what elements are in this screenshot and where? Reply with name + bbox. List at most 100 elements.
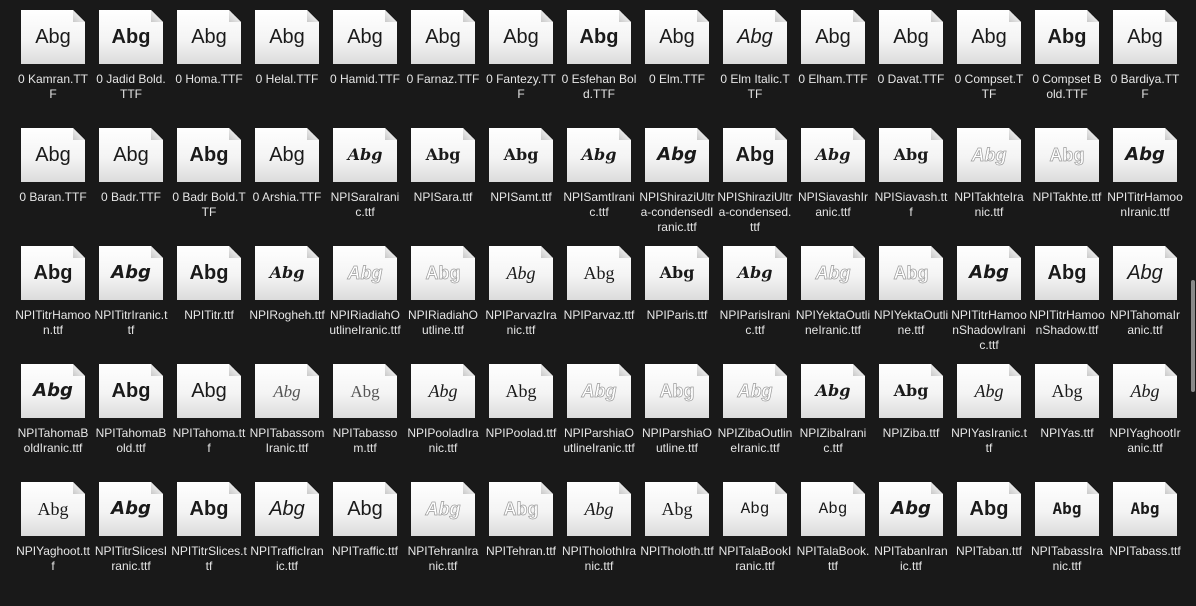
page-fold-icon [1165,364,1177,376]
font-file-item[interactable]: Abg 0 Arshia.TTF [248,126,326,244]
font-file-item[interactable]: Abg NPIYasIranic.ttf [950,362,1028,480]
font-file-item[interactable]: Abg 0 Homa.TTF [170,8,248,126]
font-file-item[interactable]: Abg 0 Elm Italic.TTF [716,8,794,126]
font-file-item[interactable]: Abg NPIParshiaOutline.ttf [638,362,716,480]
font-file-item[interactable]: Abg NPIRiadiahOutlineIranic.ttf [326,244,404,362]
font-file-item[interactable]: Abg NPIParis.ttf [638,244,716,362]
font-file-item[interactable]: Abg 0 Helal.TTF [248,8,326,126]
font-file-item[interactable]: Abg 0 Jadid Bold.TTF [92,8,170,126]
font-file-item[interactable]: Abg NPIShiraziUltra-condensed.ttf [716,126,794,244]
page-fold-icon [229,482,241,494]
font-file-item[interactable]: Abg NPITabassom.ttf [326,362,404,480]
font-file-item[interactable]: Abg NPIYas.ttf [1028,362,1106,480]
font-file-item[interactable]: Abg 0 Esfehan Bold.TTF [560,8,638,126]
font-file-icon: Abg [801,128,865,182]
font-file-item[interactable]: Abg 0 Fantezy.TTF [482,8,560,126]
font-file-item[interactable]: Abg NPIZibaIranic.ttf [794,362,872,480]
font-file-item[interactable]: Abg NPIZibaOutlineIranic.ttf [716,362,794,480]
font-file-item[interactable]: Abg 0 Compset.TTF [950,8,1028,126]
font-file-item[interactable]: Abg NPITholothIranic.ttf [560,480,638,598]
file-name-label: NPIYaghoot.ttf [16,544,90,573]
font-file-item[interactable]: Abg NPITholoth.ttf [638,480,716,598]
font-file-item[interactable]: Abg NPITakhteIranic.ttf [950,126,1028,244]
font-file-item[interactable]: Abg NPIYektaOutlineIranic.ttf [794,244,872,362]
font-file-item[interactable]: Abg 0 Compset Bold.TTF [1028,8,1106,126]
font-file-item[interactable]: Abg NPIYaghoot.ttf [14,480,92,598]
font-file-item[interactable]: Abg NPISamtIranic.ttf [560,126,638,244]
font-preview-text: Abg [971,145,1007,165]
font-file-item[interactable]: Abg NPIShiraziUltra-condensedIranic.ttf [638,126,716,244]
font-file-item[interactable]: Abg NPISiavash.ttf [872,126,950,244]
font-file-item[interactable]: Abg NPITitrHamoonShadow.ttf [1028,244,1106,362]
font-file-item[interactable]: Abg NPIRogheh.ttf [248,244,326,362]
font-file-item[interactable]: Abg NPITabass.ttf [1106,480,1184,598]
font-file-item[interactable]: Abg NPITehran.ttf [482,480,560,598]
font-file-item[interactable]: Abg 0 Kamran.TTF [14,8,92,126]
file-name-label: NPIShiraziUltra-condensed.ttf [717,190,793,234]
font-file-item[interactable]: Abg NPIYaghootIranic.ttf [1106,362,1184,480]
font-preview-text: Abg [347,263,383,283]
font-file-item[interactable]: Abg 0 Badr Bold.TTF [170,126,248,244]
font-file-item[interactable]: Abg NPITitr.ttf [170,244,248,362]
font-file-item[interactable]: Abg NPITahomaBoldIranic.ttf [14,362,92,480]
font-file-item[interactable]: Abg NPITabassomIranic.ttf [248,362,326,480]
file-name-label: NPITahomaIranic.ttf [1109,308,1181,337]
page-fold-icon [853,246,865,258]
font-file-icon: Abg [411,364,475,418]
font-file-item[interactable]: Abg NPITehranIranic.ttf [404,480,482,598]
font-file-item[interactable]: Abg NPITabanIranic.ttf [872,480,950,598]
font-file-item[interactable]: Abg NPITitrHamoonShadowIranic.ttf [950,244,1028,362]
file-name-label: NPIShiraziUltra-condensedIranic.ttf [639,190,715,234]
page-fold-icon [1009,482,1021,494]
font-file-item[interactable]: Abg NPITrafficIranic.ttf [248,480,326,598]
font-file-item[interactable]: Abg 0 Badr.TTF [92,126,170,244]
font-preview-text: Abg [1125,144,1165,165]
page-fold-icon [1165,246,1177,258]
font-file-item[interactable]: Abg NPISamt.ttf [482,126,560,244]
font-preview-text: Abg [737,381,773,401]
font-file-item[interactable]: Abg NPITalaBook.ttf [794,480,872,598]
font-file-item[interactable]: Abg NPITahomaBold.ttf [92,362,170,480]
font-file-item[interactable]: Abg NPIRiadiahOutline.ttf [404,244,482,362]
font-file-item[interactable]: Abg 0 Hamid.TTF [326,8,404,126]
font-file-item[interactable]: Abg NPITitrHamoonIranic.ttf [1106,126,1184,244]
font-file-item[interactable]: Abg NPITaban.ttf [950,480,1028,598]
font-file-item[interactable]: Abg NPISiavashIranic.ttf [794,126,872,244]
font-file-item[interactable]: Abg NPITitrIranic.ttf [92,244,170,362]
font-file-item[interactable]: Abg NPIPooladIranic.ttf [404,362,482,480]
font-file-item[interactable]: Abg NPISara.ttf [404,126,482,244]
font-file-icon: Abg [489,128,553,182]
font-file-icon: Abg [489,364,553,418]
font-file-item[interactable]: Abg NPIPoolad.ttf [482,362,560,480]
file-name-label: NPITabass.ttf [1109,544,1181,558]
font-file-item[interactable]: Abg 0 Elm.TTF [638,8,716,126]
font-file-item[interactable]: Abg NPIYektaOutline.ttf [872,244,950,362]
font-file-item[interactable]: Abg NPITraffic.ttf [326,480,404,598]
font-file-item[interactable]: Abg 0 Elham.TTF [794,8,872,126]
font-file-item[interactable]: Abg NPITahoma.ttf [170,362,248,480]
font-file-item[interactable]: Abg NPIZiba.ttf [872,362,950,480]
font-file-item[interactable]: Abg NPITakhte.ttf [1028,126,1106,244]
font-file-icon: Abg [21,246,85,300]
file-name-label: NPITakhteIranic.ttf [954,190,1024,219]
font-file-item[interactable]: Abg NPISaraIranic.ttf [326,126,404,244]
font-preview-text: Abg [273,381,301,401]
font-file-item[interactable]: Abg NPIParvazIranic.ttf [482,244,560,362]
font-file-item[interactable]: Abg NPIParshiaOutlineIranic.ttf [560,362,638,480]
page-fold-icon [775,246,787,258]
font-file-item[interactable]: Abg NPITitrSlicesIranic.ttf [92,480,170,598]
font-file-item[interactable]: Abg NPITalaBookIranic.ttf [716,480,794,598]
font-file-item[interactable]: Abg NPITahomaIranic.ttf [1106,244,1184,362]
font-file-item[interactable]: Abg NPITabassIranic.ttf [1028,480,1106,598]
font-file-item[interactable]: Abg 0 Davat.TTF [872,8,950,126]
font-preview-text: Abg [659,263,695,282]
vertical-scrollbar[interactable] [1191,280,1195,392]
font-file-item[interactable]: Abg NPIParvaz.ttf [560,244,638,362]
font-file-item[interactable]: Abg NPITitrSlices.ttf [170,480,248,598]
font-file-item[interactable]: Abg 0 Farnaz.TTF [404,8,482,126]
font-file-item[interactable]: Abg NPITitrHamoon.ttf [14,244,92,362]
font-preview-text: Abg [350,381,380,401]
font-file-item[interactable]: Abg 0 Bardiya.TTF [1106,8,1184,126]
font-file-item[interactable]: Abg NPIParisIranic.ttf [716,244,794,362]
font-file-item[interactable]: Abg 0 Baran.TTF [14,126,92,244]
